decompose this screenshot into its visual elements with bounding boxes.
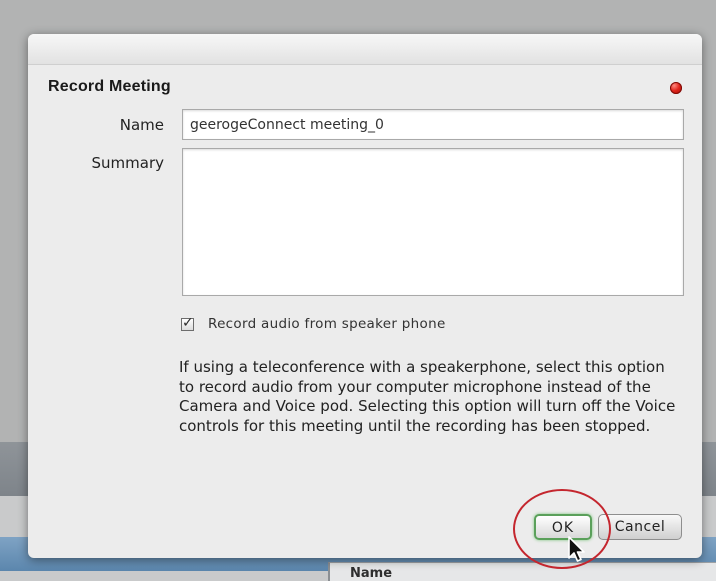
help-text: If using a teleconference with a speaker… bbox=[179, 358, 676, 435]
summary-input[interactable] bbox=[182, 148, 684, 296]
ok-button[interactable]: OK bbox=[534, 514, 592, 540]
record-audio-label[interactable]: Record audio from speaker phone bbox=[208, 316, 446, 332]
name-label: Name bbox=[119, 116, 164, 134]
dialog-title: Record Meeting bbox=[48, 78, 171, 95]
list-column-header-name[interactable]: Name bbox=[350, 566, 392, 581]
close-icon[interactable] bbox=[670, 82, 682, 94]
summary-label: Summary bbox=[91, 154, 165, 172]
name-input[interactable] bbox=[182, 109, 684, 140]
record-audio-checkbox[interactable]: ✓ bbox=[181, 315, 194, 331]
record-meeting-dialog: Record Meeting Name Summary ✓ Record aud… bbox=[28, 34, 702, 558]
cancel-button[interactable]: Cancel bbox=[598, 514, 682, 540]
checkmark-icon: ✓ bbox=[182, 315, 194, 331]
dialog-titlebar[interactable] bbox=[28, 34, 702, 65]
